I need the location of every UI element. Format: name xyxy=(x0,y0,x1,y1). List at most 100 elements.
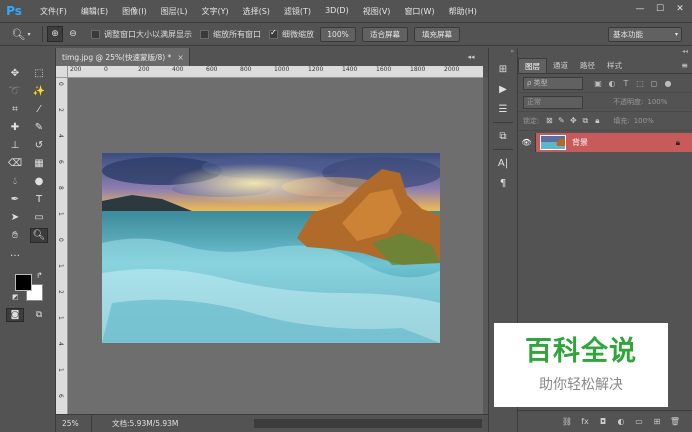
pen-tool-icon[interactable]: ✒ xyxy=(6,192,24,207)
tab-channels[interactable]: 通道 xyxy=(547,58,574,73)
foreground-color[interactable] xyxy=(15,274,32,291)
zoom-tool-icon[interactable]: 🔍︎ xyxy=(30,228,48,243)
adjustment-filter-icon[interactable]: ◐ xyxy=(605,79,619,88)
path-selection-tool-icon[interactable]: ➤ xyxy=(6,210,24,225)
close-button[interactable]: ✕ xyxy=(670,2,690,16)
lock-artboard-icon[interactable]: ⧉ xyxy=(579,116,591,126)
menu-3d[interactable]: 3D(D) xyxy=(318,6,356,17)
info-panel-icon[interactable]: ⧉ xyxy=(492,127,514,145)
paragraph-panel-icon[interactable]: ¶ xyxy=(492,174,514,192)
marquee-tool-icon[interactable]: ⬚ xyxy=(30,66,48,81)
resize-windows-checkbox[interactable]: 调整窗口大小以满屏显示 xyxy=(91,29,192,40)
zoom-100-button[interactable]: 100% xyxy=(320,26,356,42)
menu-file[interactable]: 文件(F) xyxy=(33,6,74,17)
minimize-button[interactable]: — xyxy=(630,2,650,16)
lock-transparent-icon[interactable]: ⊠ xyxy=(543,116,555,126)
document-image[interactable] xyxy=(102,153,440,343)
opacity-input[interactable]: 100% xyxy=(647,98,667,106)
panel-menu-icon[interactable]: ≡ xyxy=(681,61,688,70)
blend-mode-select[interactable]: 正常 xyxy=(523,95,583,109)
close-icon[interactable]: × xyxy=(177,53,183,62)
more-tools-icon[interactable]: … xyxy=(6,246,24,261)
menu-view[interactable]: 视图(V) xyxy=(356,6,398,17)
history-brush-tool-icon[interactable]: ↺ xyxy=(30,138,48,153)
collapse-icon[interactable]: » xyxy=(489,48,517,58)
fit-screen-button[interactable]: 适合屏幕 xyxy=(362,26,408,42)
zoom-all-windows-checkbox[interactable]: 缩放所有窗口 xyxy=(200,29,261,40)
new-layer-icon[interactable]: ⊞ xyxy=(648,417,666,426)
pixel-filter-icon[interactable]: ▣ xyxy=(591,79,605,88)
screen-mode-icon[interactable]: ⧉ xyxy=(30,308,48,322)
healing-brush-tool-icon[interactable]: ✚ xyxy=(6,120,24,135)
eraser-tool-icon[interactable]: ⌫ xyxy=(6,156,24,171)
swap-colors-icon[interactable]: ↱ xyxy=(36,271,43,280)
clone-stamp-tool-icon[interactable]: ⊥ xyxy=(6,138,24,153)
new-group-icon[interactable]: ▭ xyxy=(630,417,648,426)
shape-filter-icon[interactable]: ⬚ xyxy=(633,79,647,88)
blur-tool-icon[interactable]: 💧︎ xyxy=(6,174,24,189)
filter-toggle-icon[interactable]: ● xyxy=(661,79,675,88)
ruler-origin[interactable] xyxy=(56,66,68,78)
layer-style-icon[interactable]: fx xyxy=(576,417,594,426)
menu-help[interactable]: 帮助(H) xyxy=(442,6,484,17)
tool-preset-picker[interactable]: 🔍︎ ▾ xyxy=(4,25,38,43)
vertical-ruler[interactable]: 0 2 4 6 8 1 0 1 2 1 4 1 6 xyxy=(56,78,68,414)
checkbox-box[interactable] xyxy=(200,29,209,39)
dodge-tool-icon[interactable]: ● xyxy=(30,174,48,189)
gradient-tool-icon[interactable]: ▦ xyxy=(30,156,48,171)
type-tool-icon[interactable]: T xyxy=(30,192,48,207)
menu-edit[interactable]: 编辑(E) xyxy=(74,6,115,17)
zoom-out-button[interactable]: ⊖ xyxy=(65,26,81,42)
tab-styles[interactable]: 样式 xyxy=(601,58,628,73)
rectangle-tool-icon[interactable]: ▭ xyxy=(30,210,48,225)
menu-image[interactable]: 图像(I) xyxy=(115,6,154,17)
workspace-select[interactable]: 基本功能 ▾ xyxy=(608,27,682,42)
quick-mask-icon[interactable]: ◙ xyxy=(6,308,24,322)
default-colors-icon[interactable]: ◩ xyxy=(12,293,19,301)
status-doc-size[interactable]: 文档:5.93M/5.93M xyxy=(92,418,178,429)
scrubby-zoom-checkbox[interactable]: 细微缩放 xyxy=(269,28,314,40)
actions-play-icon[interactable]: ▶ xyxy=(492,80,514,98)
link-layers-icon[interactable]: ⛓ xyxy=(558,417,576,426)
checkbox-box[interactable] xyxy=(269,28,278,39)
menu-window[interactable]: 窗口(W) xyxy=(397,6,441,17)
lock-pixels-icon[interactable]: ✎ xyxy=(555,116,567,126)
layer-filter-select[interactable]: ρ 类型 xyxy=(523,76,583,90)
document-tab[interactable]: timg.jpg @ 25%(快速蒙版/8) * × xyxy=(56,48,190,66)
status-zoom[interactable]: 25% xyxy=(56,415,92,432)
crop-tool-icon[interactable]: ⌗ xyxy=(6,102,24,117)
menu-filter[interactable]: 滤镜(T) xyxy=(277,6,318,17)
layer-row[interactable]: 👁︎ 背景 🔒︎ xyxy=(518,133,692,152)
adjustment-layer-icon[interactable]: ◐ xyxy=(612,417,630,426)
eyedropper-tool-icon[interactable]: ⁄ xyxy=(30,102,48,117)
eye-icon[interactable]: 👁︎ xyxy=(518,133,536,152)
properties-panel-icon[interactable]: ☰ xyxy=(492,100,514,118)
delete-layer-icon[interactable]: 🗑︎ xyxy=(666,417,684,426)
menu-layer[interactable]: 图层(L) xyxy=(154,6,195,17)
lock-all-icon[interactable]: 🔒︎ xyxy=(591,116,603,126)
lock-position-icon[interactable]: ✥ xyxy=(567,116,579,126)
hand-tool-icon[interactable]: ✋︎ xyxy=(6,228,24,243)
horizontal-ruler[interactable]: 200 0 200 400 600 800 1000 1200 1400 160… xyxy=(68,66,483,78)
maximize-button[interactable]: ☐ xyxy=(650,2,670,16)
add-mask-icon[interactable]: ◘ xyxy=(594,417,612,426)
lasso-tool-icon[interactable]: ➰ xyxy=(6,84,24,99)
menu-select[interactable]: 选择(S) xyxy=(236,6,277,17)
brush-tool-icon[interactable]: ✎ xyxy=(30,120,48,135)
fill-screen-button[interactable]: 填充屏幕 xyxy=(414,26,460,42)
tab-layers[interactable]: 图层 xyxy=(518,58,547,73)
collapse-panels-icon[interactable]: ◂◂ xyxy=(458,48,484,66)
collapse-icon[interactable]: ◂◂ xyxy=(518,48,692,58)
magic-wand-tool-icon[interactable]: ✨ xyxy=(30,84,48,99)
canvas-area[interactable] xyxy=(68,78,483,414)
checkbox-box[interactable] xyxy=(91,29,100,39)
character-panel-icon[interactable]: A| xyxy=(492,154,514,172)
smart-object-filter-icon[interactable]: ◻ xyxy=(647,79,661,88)
zoom-in-button[interactable]: ⊕ xyxy=(47,26,63,42)
history-panel-icon[interactable]: ⊞ xyxy=(492,60,514,78)
horizontal-scrollbar[interactable] xyxy=(254,419,482,428)
menu-type[interactable]: 文字(Y) xyxy=(194,6,235,17)
fill-input[interactable]: 100% xyxy=(634,117,654,125)
tab-paths[interactable]: 路径 xyxy=(574,58,601,73)
move-tool-icon[interactable]: ✥ xyxy=(6,66,24,81)
